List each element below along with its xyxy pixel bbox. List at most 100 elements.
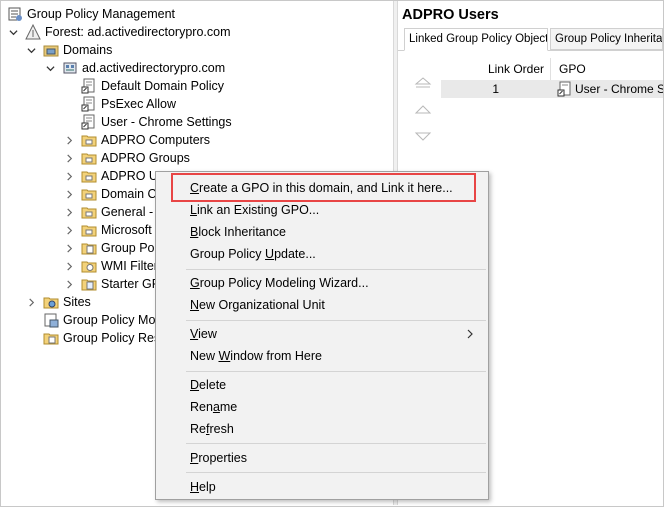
- tree-node-domain[interactable]: ad.activedirectorypro.com: [44, 59, 225, 77]
- chevron-down-icon[interactable]: [44, 62, 56, 74]
- tree-node-wmi-filters[interactable]: WMI Filter: [63, 257, 158, 275]
- menu-item-rename[interactable]: Rename: [190, 397, 237, 417]
- chevron-right-icon[interactable]: [63, 242, 75, 254]
- move-up-icon[interactable]: [414, 103, 432, 117]
- chevron-down-icon[interactable]: [7, 26, 19, 38]
- tree-node-gpo-container[interactable]: Group Poli: [63, 239, 160, 257]
- menu-separator: [186, 472, 486, 473]
- tree-node-ou-selected[interactable]: ADPRO Us: [63, 167, 164, 185]
- starter-gpo-folder-icon: [81, 276, 97, 292]
- chevron-right-icon[interactable]: [25, 296, 37, 308]
- tree-node-gpo-link[interactable]: Default Domain Policy: [81, 77, 224, 95]
- gpo-folder-icon: [81, 240, 97, 256]
- gpo-link-icon: [81, 96, 97, 112]
- chevron-right-icon[interactable]: [63, 260, 75, 272]
- tree-sites-label: Sites: [63, 295, 91, 309]
- forest-icon: [25, 23, 41, 40]
- table-row[interactable]: 1 User - Chrome Settings: [441, 80, 663, 98]
- tree-node-ou[interactable]: ADPRO Computers: [63, 131, 210, 149]
- tree-results-label: Group Policy Res: [63, 331, 161, 345]
- chevron-right-icon[interactable]: [63, 134, 75, 146]
- chevron-right-icon[interactable]: [63, 188, 75, 200]
- tree-item-label: ADPRO Computers: [101, 133, 211, 147]
- column-header-link-order[interactable]: Link Order: [441, 58, 551, 80]
- tree-node-results[interactable]: Group Policy Res: [43, 329, 160, 347]
- tab-linked-gpos[interactable]: Linked Group Policy Objects: [404, 28, 548, 51]
- ou-folder-icon: [81, 150, 97, 166]
- tree-domain-label: ad.activedirectorypro.com: [82, 61, 226, 75]
- chevron-down-icon[interactable]: [25, 44, 37, 56]
- link-order-controls: [414, 77, 434, 155]
- gpmc-root-icon: [7, 6, 23, 22]
- menu-item-new-ou[interactable]: New Organizational Unit: [190, 295, 325, 315]
- tree-node-sites[interactable]: Sites: [25, 293, 91, 311]
- tree-node-ou[interactable]: ADPRO Groups: [63, 149, 190, 167]
- tree-root-label: Group Policy Management: [27, 7, 175, 21]
- domains-icon: [43, 42, 59, 58]
- gpo-link-icon: [81, 78, 97, 94]
- wmi-folder-icon: [81, 258, 97, 274]
- menu-item-delete[interactable]: Delete: [190, 375, 226, 395]
- tree-node-gpo-link[interactable]: PsExec Allow: [81, 95, 176, 113]
- menu-item-block-inheritance[interactable]: Block Inheritance: [190, 222, 286, 242]
- tree-item-label: User - Chrome Settings: [101, 115, 232, 129]
- menu-item-view[interactable]: View: [190, 324, 484, 344]
- chevron-right-icon[interactable]: [63, 170, 75, 182]
- menu-separator: [186, 443, 486, 444]
- results-icon: [43, 330, 59, 346]
- tree-item-label: General - ,: [101, 205, 161, 219]
- ou-folder-icon: [81, 132, 97, 148]
- tree-domains-label: Domains: [63, 43, 113, 57]
- menu-separator: [186, 269, 486, 270]
- menu-item-help[interactable]: Help: [190, 477, 216, 497]
- tree-node-root[interactable]: Group Policy Management: [7, 5, 175, 23]
- tree-node-domains[interactable]: Domains: [25, 41, 112, 59]
- tree-item-label: WMI Filter: [101, 259, 158, 273]
- menu-item-new-window[interactable]: New Window from Here: [190, 346, 322, 366]
- details-tabs: Linked Group Policy Objects Group Policy…: [404, 28, 663, 51]
- chevron-right-icon[interactable]: [63, 224, 75, 236]
- menu-separator: [186, 371, 486, 372]
- modeling-icon: [43, 312, 59, 328]
- tree-node-forest[interactable]: Forest: ad.activedirectorypro.com: [7, 23, 231, 41]
- menu-separator: [186, 320, 486, 321]
- ou-folder-icon: [81, 168, 97, 184]
- menu-item-refresh[interactable]: Refresh: [190, 419, 234, 439]
- tree-item-label: ADPRO Groups: [101, 151, 190, 165]
- tree-item-label: Microsoft: [101, 223, 152, 237]
- tree-node-ou[interactable]: Domain C: [63, 185, 157, 203]
- gpo-link-icon: [557, 81, 573, 97]
- gpo-link-icon: [81, 114, 97, 130]
- tree-node-ou[interactable]: General - ,: [63, 203, 160, 221]
- tree-item-label: Group Poli: [101, 241, 161, 255]
- tree-item-label: Default Domain Policy: [101, 79, 224, 93]
- tree-modeling-label: Group Policy Mo: [63, 313, 156, 327]
- menu-item-link-existing-gpo[interactable]: Link an Existing GPO...: [190, 200, 319, 220]
- tree-forest-label: Forest: ad.activedirectorypro.com: [45, 25, 231, 39]
- menu-item-group-policy-update[interactable]: Group Policy Update...: [190, 244, 316, 264]
- sites-icon: [43, 294, 59, 310]
- tree-node-modeling[interactable]: Group Policy Mo: [43, 311, 155, 329]
- tree-item-label: Starter GP: [101, 277, 161, 291]
- chevron-right-icon[interactable]: [63, 152, 75, 164]
- chevron-right-icon[interactable]: [63, 278, 75, 290]
- tab-gp-inheritance[interactable]: Group Policy Inheritance: [550, 28, 663, 50]
- details-title: ADPRO Users: [402, 7, 499, 23]
- context-menu: Create a GPO in this domain, and Link it…: [155, 171, 489, 500]
- menu-item-properties[interactable]: Properties: [190, 448, 247, 468]
- menu-item-modeling-wizard[interactable]: Group Policy Modeling Wizard...: [190, 273, 369, 293]
- domain-icon: [62, 60, 78, 76]
- tree-item-label: Domain C: [101, 187, 157, 201]
- column-header-gpo[interactable]: GPO: [557, 58, 663, 80]
- annotation-highlight-box: [171, 173, 476, 202]
- cell-link-order: 1: [492, 82, 499, 96]
- tree-node-starter-gpos[interactable]: Starter GP: [63, 275, 160, 293]
- cell-gpo-name: User - Chrome Settings: [575, 82, 663, 96]
- tree-node-gpo-link[interactable]: User - Chrome Settings: [81, 113, 232, 131]
- chevron-right-icon[interactable]: [63, 206, 75, 218]
- submenu-arrow-icon: [467, 329, 473, 339]
- move-down-icon[interactable]: [414, 129, 432, 143]
- move-top-icon[interactable]: [414, 77, 432, 91]
- tree-node-ou[interactable]: Microsoft: [63, 221, 152, 239]
- ou-folder-icon: [81, 204, 97, 220]
